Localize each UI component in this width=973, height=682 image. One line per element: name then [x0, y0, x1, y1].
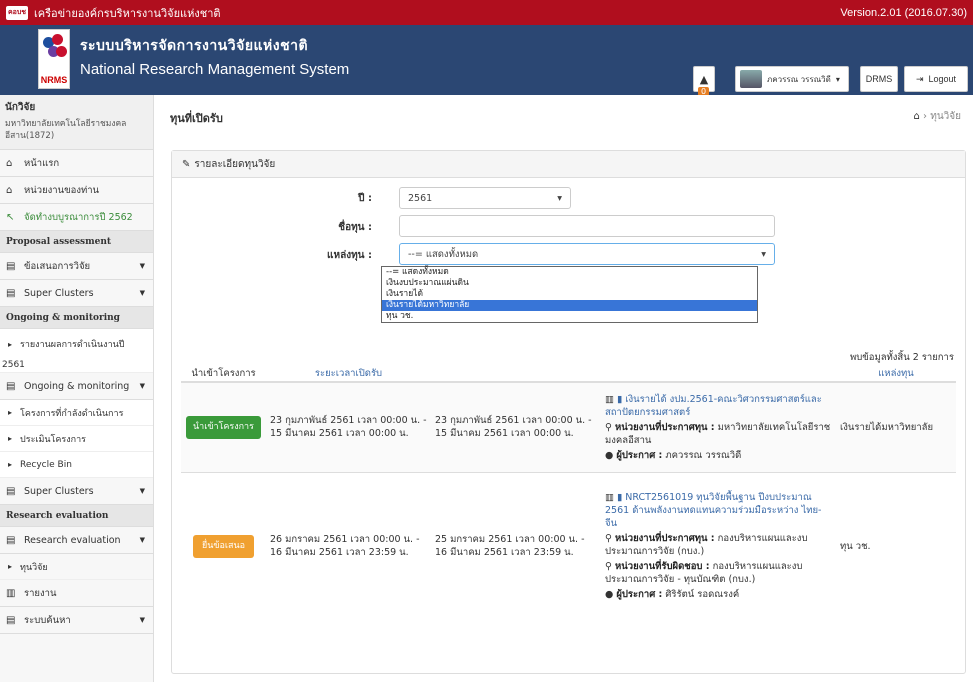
open-period: 26 มกราคม 2561 เวลา 00:00 น. - 16 มีนาคม…	[266, 471, 431, 620]
sidebar-item-projects[interactable]: ▸ โครงการที่กำลังดำเนินการ	[0, 400, 153, 426]
caret-icon: ▾	[835, 74, 840, 84]
chevron-down-icon: ▼	[139, 262, 145, 270]
list-icon: ▤	[6, 534, 16, 546]
list-icon: ▤	[6, 380, 16, 392]
close-period: 25 มกราคม 2561 เวลา 00:00 น. - 16 มีนาคม…	[431, 471, 601, 620]
bookmark-icon: ▮	[617, 393, 623, 405]
open-period: 23 กุมภาพันธ์ 2561 เวลา 00:00 น. - 15 มี…	[266, 381, 431, 472]
sidebar-item-evaluate[interactable]: ▸ ประเมินโครงการ	[0, 426, 153, 452]
drms-button[interactable]: DRMS	[860, 66, 898, 92]
user-org: มหาวิทยาลัยเทคโนโลยีราชมงคลอีสาน(1872)	[5, 119, 127, 141]
system-title-en: National Research Management System	[80, 61, 350, 78]
dropdown-option[interactable]: --= แสดงทั้งหมด	[382, 267, 757, 278]
import-project-button[interactable]: นำเข้าโครงการ	[186, 415, 261, 439]
list-icon: ▤	[6, 614, 16, 626]
version-label: Version.2.01 (2016.07.30)	[840, 6, 967, 19]
result-count: พบข้อมูลทั้งสิ้น 2 รายการ	[849, 352, 954, 363]
table-row: ยื่นข้อเสนอ 26 มกราคม 2561 เวลา 00:00 น.…	[181, 471, 956, 620]
network-logo: คอบช	[6, 5, 28, 20]
sidebar-item-eval[interactable]: ▤ Research evaluation ▼	[0, 527, 153, 554]
fund-source: ทุน วช.	[836, 471, 956, 620]
sidebar: นักวิจัย มหาวิทยาลัยเทคโนโลยีราชมงคลอีสา…	[0, 95, 154, 682]
avatar	[740, 70, 762, 88]
logout-icon: ⇥	[915, 73, 924, 84]
home-icon: ⌂	[6, 184, 13, 196]
chevron-down-icon: ▼	[139, 487, 145, 495]
sidebar-item-search[interactable]: ▤ ระบบค้นหา ▼	[0, 607, 153, 634]
section-proposal: Proposal assessment	[0, 231, 153, 253]
breadcrumb: ⌂ › ทุนวิจัย	[913, 111, 961, 122]
barcode-icon: ▥	[605, 492, 614, 504]
page-title: ทุนที่เปิดรับ	[170, 112, 223, 125]
nrms-logo: NRMS	[38, 29, 70, 89]
sidebar-item-agency[interactable]: ⌂ หน่วยงานของท่าน	[0, 177, 153, 204]
list-icon: ▤	[6, 287, 16, 299]
dropdown-option[interactable]: เงินงบประมาณแผ่นดิน	[382, 278, 757, 289]
chevron-right-icon: ▸	[8, 434, 13, 443]
sidebar-item-fund[interactable]: ▸ ทุนวิจัย	[0, 554, 153, 580]
sidebar-item-home[interactable]: ⌂ หน้าแรก	[0, 150, 153, 177]
fund-table: นำเข้าโครงการ ระยะเวลาเปิดรับ แหล่งทุน น…	[181, 366, 956, 620]
sidebar-item-recycle[interactable]: ▸ Recycle Bin	[0, 452, 153, 478]
col-header	[601, 366, 836, 383]
section-eval: Research evaluation	[0, 505, 153, 527]
map-marker-icon: ⚲	[605, 533, 612, 545]
notification-button[interactable]: ▲ 0	[693, 66, 715, 96]
list-icon: ▤	[6, 485, 16, 497]
system-title-th: ระบบบริหารจัดการงานวิจัยแห่งชาติ	[80, 38, 309, 54]
dropdown-option[interactable]: ทุน วช.	[382, 311, 757, 322]
logout-button[interactable]: ⇥ Logout	[904, 66, 968, 92]
arrow-icon: ↖	[6, 211, 15, 223]
sidebar-item-super-clusters[interactable]: ▤ Super Clusters ▼	[0, 280, 153, 307]
source-dropdown-list[interactable]: --= แสดงทั้งหมด เงินงบประมาณแผ่นดิน เงิน…	[381, 266, 758, 323]
fund-source: เงินรายได้มหาวิทยาลัย	[836, 381, 956, 472]
chart-icon: ▥	[6, 587, 16, 599]
sidebar-item-report[interactable]: ▥ รายงาน	[0, 580, 153, 607]
col-header: แหล่งทุน	[836, 366, 956, 383]
sidebar-item-report-progress[interactable]: ▸ รายงานผลการดำเนินงานปี 2561	[0, 329, 153, 373]
chevron-right-icon: ▸	[8, 408, 13, 417]
map-marker-icon: ⚲	[605, 561, 612, 573]
sidebar-item-super-clusters-2[interactable]: ▤ Super Clusters ▼	[0, 478, 153, 505]
chevron-right-icon: ▸	[8, 460, 13, 469]
fund-link[interactable]: เงินรายได้ งปม.2561-คณะวิศวกรรมศาสตร์และ…	[605, 394, 822, 418]
chevron-right-icon: ▸	[8, 562, 13, 571]
user-name: ภควรรณ วรรณวิดี	[767, 74, 831, 84]
top-bar: คอบช เครือข่ายองค์กรบริหารงานวิจัยแห่งชาต…	[0, 0, 973, 25]
sidebar-item-budget[interactable]: ↖ จัดทำงบบูรณาการปี 2562	[0, 204, 153, 231]
map-marker-icon: ⚲	[605, 421, 612, 433]
user-info: นักวิจัย มหาวิทยาลัยเทคโนโลยีราชมงคลอีสา…	[0, 95, 153, 150]
col-header: นำเข้าโครงการ	[181, 366, 266, 383]
table-row: นำเข้าโครงการ 23 กุมภาพันธ์ 2561 เวลา 00…	[181, 381, 956, 472]
dropdown-option[interactable]: เงินรายได้	[382, 289, 757, 300]
user-icon: ●	[605, 589, 614, 601]
close-period: 23 กุมภาพันธ์ 2561 เวลา 00:00 น. - 15 มี…	[431, 381, 601, 472]
org-network-title: เครือข่ายองค์กรบริหารงานวิจัยแห่งชาติ	[34, 6, 221, 20]
col-header: ระยะเวลาเปิดรับ	[266, 366, 431, 383]
list-icon: ▤	[6, 260, 16, 272]
dropdown-option-selected[interactable]: เงินรายได้มหาวิทยาลัย	[382, 300, 757, 311]
chevron-down-icon: ▼	[139, 536, 145, 544]
col-header	[431, 366, 601, 383]
sidebar-item-ongoing[interactable]: ▤ Ongoing & monitoring ▼	[0, 373, 153, 400]
user-icon: ●	[605, 449, 614, 461]
chevron-down-icon: ▼	[139, 616, 145, 624]
section-ongoing: Ongoing & monitoring	[0, 307, 153, 329]
home-icon: ⌂	[6, 157, 13, 169]
user-role: นักวิจัย	[5, 102, 36, 113]
submit-proposal-button[interactable]: ยื่นข้อเสนอ	[192, 534, 255, 558]
chevron-down-icon: ▼	[139, 289, 145, 297]
chevron-right-icon: ▸	[8, 340, 13, 349]
table-area: พบข้อมูลทั้งสิ้น 2 รายการ นำเข้าโครงการ …	[171, 150, 966, 620]
home-icon: ⌂	[913, 111, 920, 122]
fund-link[interactable]: NRCT2561019 ทุนวิจัยพื้นฐาน ปีงบประมาณ 2…	[605, 492, 821, 529]
user-menu[interactable]: ภควรรณ วรรณวิดี ▾	[735, 66, 849, 92]
barcode-icon: ▥	[605, 393, 614, 405]
chevron-down-icon: ▼	[139, 382, 145, 390]
sidebar-item-proposal[interactable]: ▤ ข้อเสนอการวิจัย ▼	[0, 253, 153, 280]
bookmark-icon: ▮	[617, 492, 623, 504]
bell-icon: ▲	[699, 72, 709, 86]
